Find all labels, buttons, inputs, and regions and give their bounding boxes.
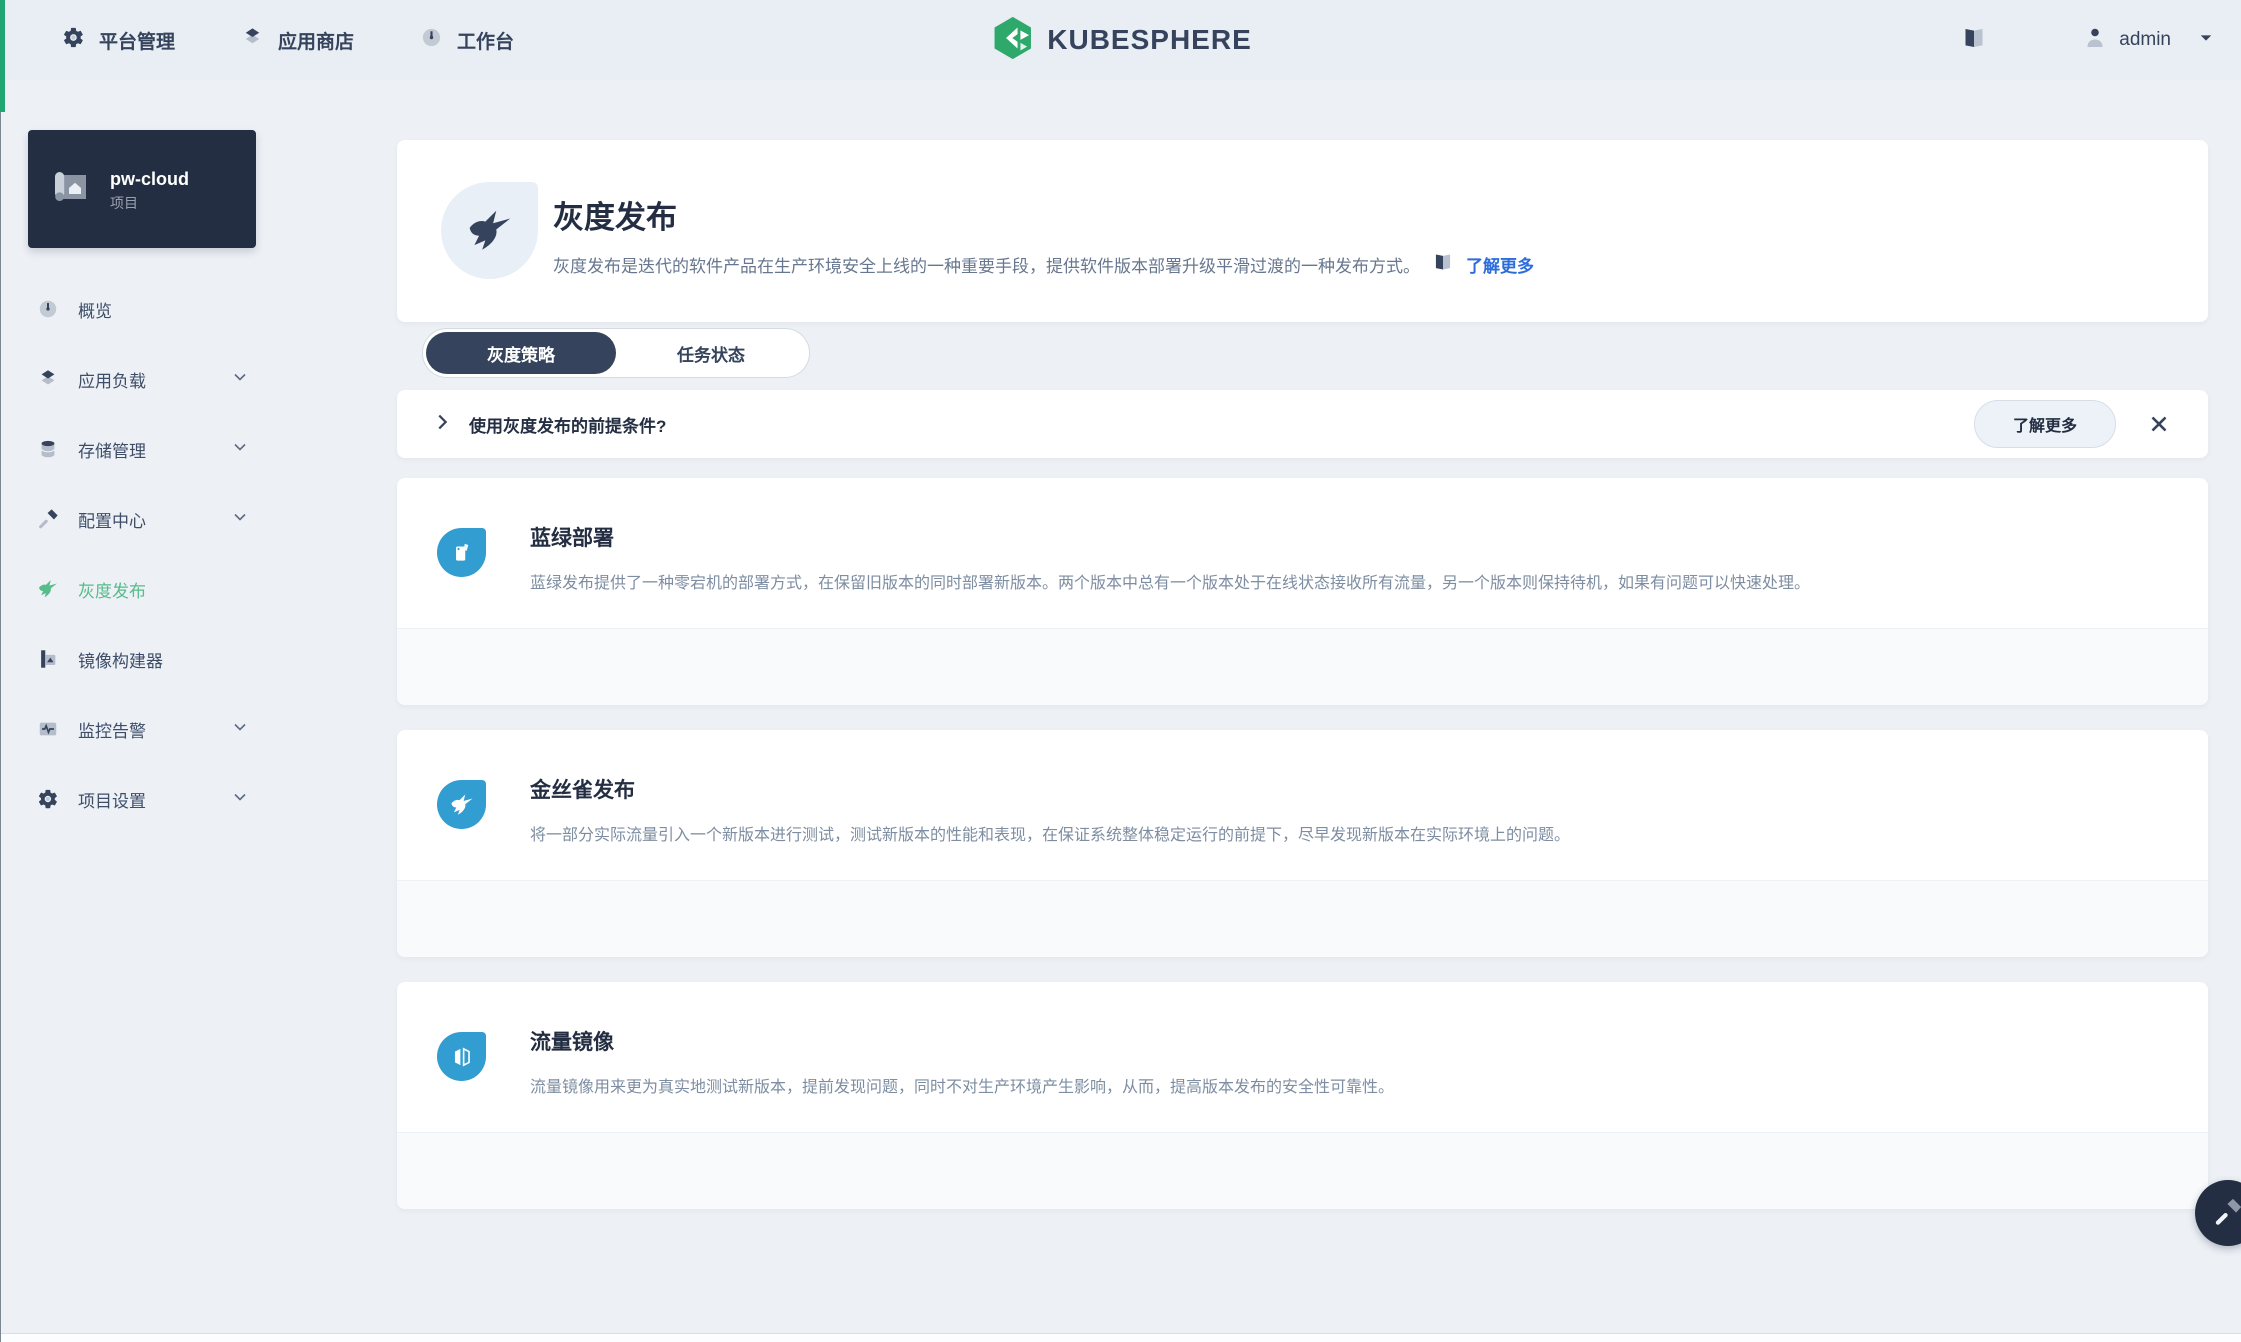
sidebar-item-project-settings[interactable]: 项目设置	[28, 764, 256, 834]
chevron-down-icon	[230, 717, 250, 742]
main-content: 灰度发布 灰度发布是迭代的软件产品在生产环境安全上线的一种重要手段，提供软件版本…	[397, 140, 2208, 322]
hammer-icon	[2213, 1197, 2241, 1230]
sidebar-item-label: 监控告警	[78, 717, 146, 742]
gear-icon	[62, 26, 85, 54]
card-title: 流量镜像	[530, 1026, 614, 1056]
document-icon	[437, 528, 486, 577]
card-footer	[397, 628, 2208, 705]
card-title: 金丝雀发布	[530, 774, 635, 804]
project-name: pw-cloud	[110, 166, 189, 193]
sidebar-item-grayscale-release[interactable]: 灰度发布	[28, 554, 256, 624]
brand-accent-strip	[0, 0, 5, 112]
prerequisites-collapsible-bar[interactable]: 使用灰度发布的前提条件? 了解更多	[397, 390, 2208, 458]
card-footer	[397, 1132, 2208, 1209]
kubesphere-logo-icon	[989, 15, 1035, 66]
page-header-card: 灰度发布 灰度发布是迭代的软件产品在生产环境安全上线的一种重要手段，提供软件版本…	[397, 140, 2208, 322]
sidebar-item-label: 灰度发布	[78, 577, 146, 602]
window-edge	[0, 0, 1, 1342]
grayscale-release-banner-icon	[441, 182, 538, 279]
sidebar-item-image-builder[interactable]: 镜像构建器	[28, 624, 256, 694]
layers-icon	[241, 26, 264, 54]
nav-label: 工作台	[457, 27, 514, 54]
hammer-icon	[36, 508, 60, 530]
sidebar-item-configuration[interactable]: 配置中心	[28, 484, 256, 554]
gear-icon	[36, 788, 60, 810]
project-selector-card[interactable]: pw-cloud 项目	[28, 130, 256, 248]
layers-icon	[36, 368, 60, 390]
docs-book-icon[interactable]	[1961, 26, 1987, 55]
bird-icon	[36, 578, 60, 600]
learn-more-button[interactable]: 了解更多	[1974, 400, 2116, 448]
page-description-row: 灰度发布是迭代的软件产品在生产环境安全上线的一种重要手段，提供软件版本部署升级平…	[553, 252, 1534, 277]
user-name: admin	[2119, 29, 2171, 51]
window-bottom-strip	[0, 1333, 2241, 1342]
tab-release-strategies[interactable]: 灰度策略	[426, 332, 616, 374]
docs-book-icon	[1432, 252, 1454, 277]
nav-label: 平台管理	[99, 27, 175, 54]
sidebar-item-label: 概览	[78, 297, 112, 322]
sidebar-item-workloads[interactable]: 应用负载	[28, 344, 256, 414]
sidebar-item-overview[interactable]: 概览	[28, 274, 256, 344]
logo-text: KUBESPHERE	[1047, 24, 1251, 56]
sidebar-item-label: 镜像构建器	[78, 647, 163, 672]
sidebar-item-label: 应用负载	[78, 367, 146, 392]
topbar-nav: 平台管理 应用商店 工作台	[62, 0, 514, 80]
sidebar-item-monitoring-alerting[interactable]: 监控告警	[28, 694, 256, 764]
sidebar-item-storage[interactable]: 存储管理	[28, 414, 256, 484]
strategy-card-list: 蓝绿部署 蓝绿发布提供了一种零宕机的部署方式，在保留旧版本的同时部署新版本。两个…	[397, 478, 2208, 1209]
sidebar: pw-cloud 项目 概览 应用负载	[28, 130, 256, 834]
page-title: 灰度发布	[553, 192, 677, 237]
chevron-down-icon	[230, 507, 250, 532]
gauge-icon	[36, 298, 60, 320]
database-icon	[36, 438, 60, 460]
nav-platform-management[interactable]: 平台管理	[62, 26, 175, 54]
card-description: 将一部分实际流量引入一个新版本进行测试，测试新版本的性能和表现，在保证系统整体稳…	[530, 821, 2158, 845]
kubesphere-logo[interactable]: KUBESPHERE	[989, 0, 1251, 80]
pulse-monitor-icon	[36, 718, 60, 740]
sidebar-item-label: 项目设置	[78, 787, 146, 812]
card-title: 蓝绿部署	[530, 522, 614, 552]
chevron-right-icon	[431, 411, 453, 438]
image-builder-icon	[36, 648, 60, 670]
mirror-icon	[437, 1032, 486, 1081]
sidebar-item-label: 存储管理	[78, 437, 146, 462]
card-footer	[397, 880, 2208, 957]
card-blue-green-deployment[interactable]: 蓝绿部署 蓝绿发布提供了一种零宕机的部署方式，在保留旧版本的同时部署新版本。两个…	[397, 478, 2208, 705]
topbar: 平台管理 应用商店 工作台	[0, 0, 2241, 80]
gauge-icon	[420, 26, 443, 54]
nav-label: 应用商店	[278, 27, 354, 54]
nav-app-store[interactable]: 应用商店	[241, 26, 354, 54]
nav-workbench[interactable]: 工作台	[420, 26, 514, 54]
topbar-right: admin	[1961, 0, 2215, 80]
card-description: 蓝绿发布提供了一种零宕机的部署方式，在保留旧版本的同时部署新版本。两个版本中总有…	[530, 569, 2158, 593]
project-type: 项目	[110, 193, 189, 213]
close-icon[interactable]	[2146, 411, 2172, 437]
user-avatar-icon	[2083, 26, 2107, 55]
sidebar-item-label: 配置中心	[78, 507, 146, 532]
caret-down-icon	[2197, 29, 2215, 52]
page-description: 灰度发布是迭代的软件产品在生产环境安全上线的一种重要手段，提供软件版本部署升级平…	[553, 252, 1420, 277]
card-canary-release[interactable]: 金丝雀发布 将一部分实际流量引入一个新版本进行测试，测试新版本的性能和表现，在保…	[397, 730, 2208, 957]
tab-job-status[interactable]: 任务状态	[616, 332, 806, 374]
learn-more-link[interactable]: 了解更多	[1466, 252, 1534, 277]
bird-icon	[437, 780, 486, 829]
tab-group: 灰度策略 任务状态	[422, 328, 810, 378]
prerequisites-question: 使用灰度发布的前提条件?	[469, 412, 666, 437]
sidebar-menu: 概览 应用负载 存储管理	[28, 274, 256, 834]
user-menu[interactable]: admin	[2083, 26, 2215, 55]
chevron-down-icon	[230, 787, 250, 812]
chevron-down-icon	[230, 367, 250, 392]
chevron-down-icon	[230, 437, 250, 462]
project-icon	[46, 163, 94, 216]
card-traffic-mirroring[interactable]: 流量镜像 流量镜像用来更为真实地测试新版本，提前发现问题，同时不对生产环境产生影…	[397, 982, 2208, 1209]
card-description: 流量镜像用来更为真实地测试新版本，提前发现问题，同时不对生产环境产生影响，从而，…	[530, 1073, 2158, 1097]
